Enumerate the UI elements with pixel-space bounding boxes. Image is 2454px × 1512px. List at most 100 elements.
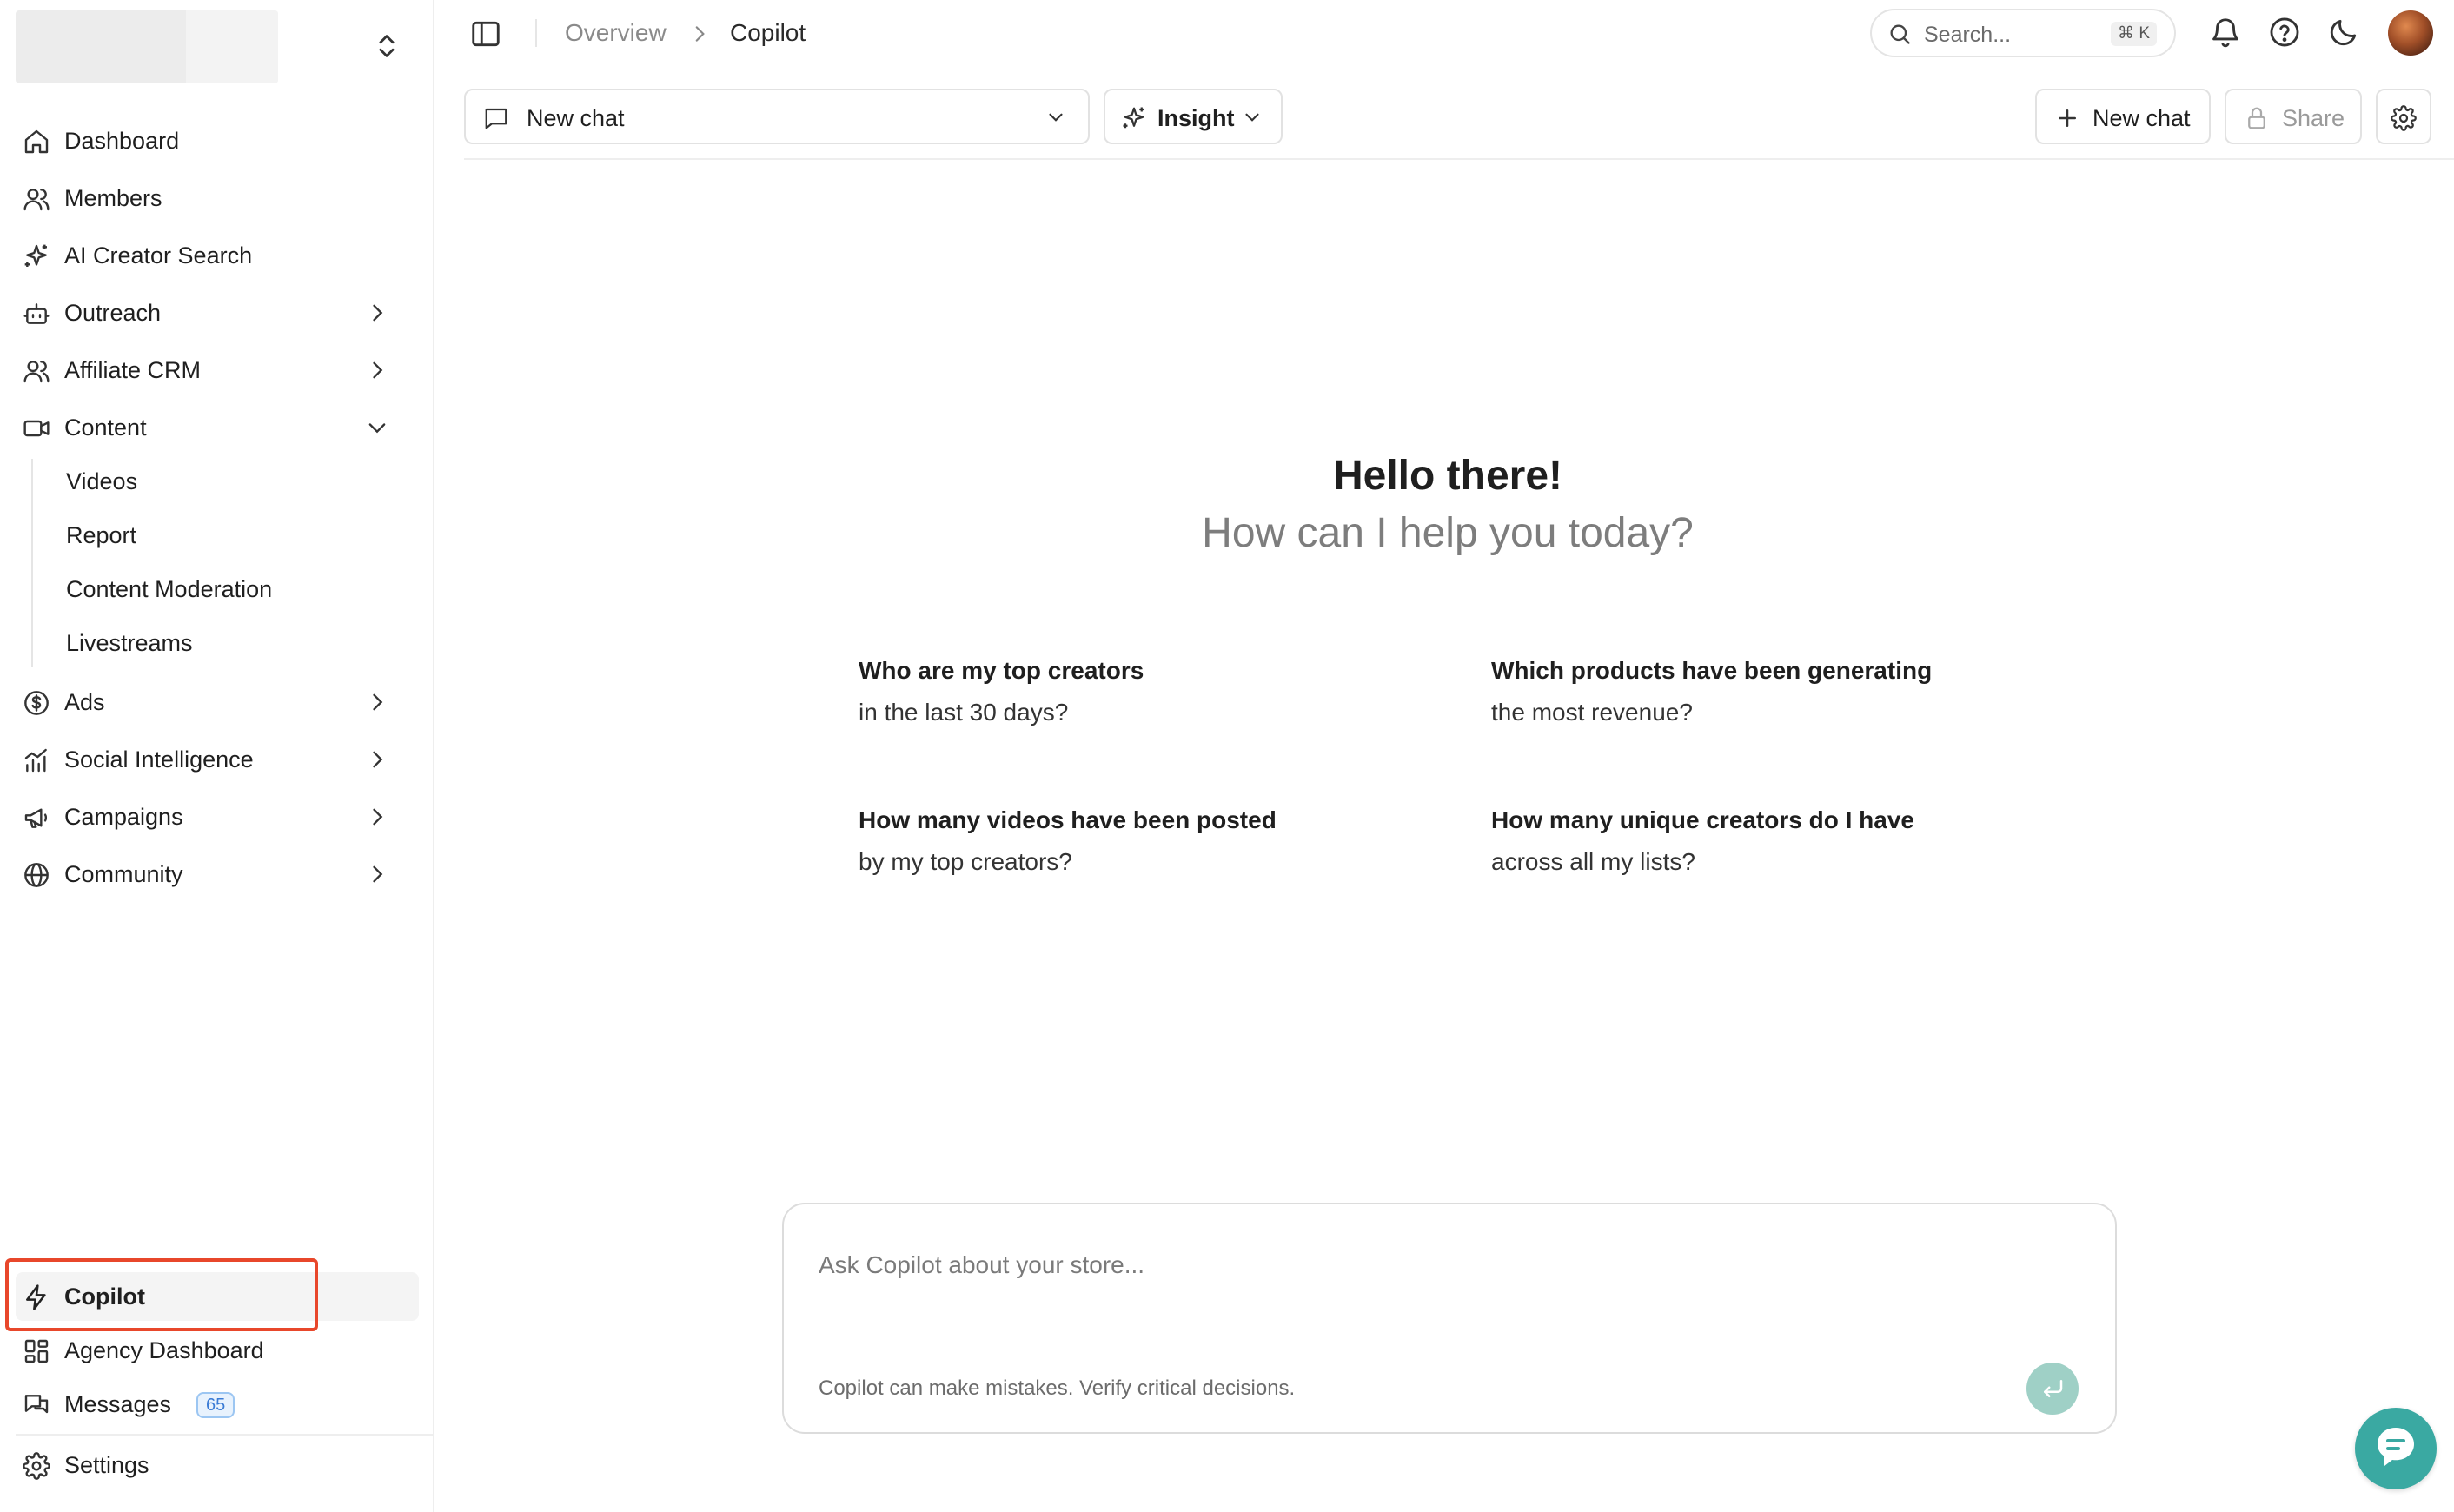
layout-grid-icon (23, 1337, 50, 1365)
messages-icon (23, 1391, 50, 1419)
sidebar-item-affiliate-crm[interactable]: Affiliate CRM (16, 346, 407, 395)
suggestion-line: by my top creators? (859, 848, 1072, 875)
share-button[interactable]: Share (2225, 89, 2362, 144)
chevron-right-icon (365, 805, 389, 829)
chevron-down-icon (1241, 106, 1263, 129)
submenu-guide-line (31, 459, 33, 667)
sidebar-item-ai-creator-search[interactable]: AI Creator Search (16, 231, 407, 280)
composer-disclaimer: Copilot can make mistakes. Verify critic… (819, 1376, 1296, 1400)
chevron-right-icon (365, 690, 389, 714)
send-button[interactable] (2026, 1363, 2079, 1415)
messages-count-badge: 65 (196, 1392, 235, 1418)
suggestion-card[interactable]: Which products have been generating the … (1491, 650, 2030, 733)
chat-settings-button[interactable] (2376, 89, 2431, 144)
sidebar-item-members[interactable]: Members (16, 174, 407, 222)
sidebar-subitem-livestreams[interactable]: Livestreams (49, 619, 396, 667)
suggestion-line: across all my lists? (1491, 848, 1695, 875)
chevron-down-icon (1045, 106, 1067, 129)
chevron-down-icon (365, 415, 389, 440)
video-icon (23, 414, 50, 442)
suggestion-card[interactable]: How many unique creators do I have acros… (1491, 799, 2030, 883)
chat-select-label: New chat (527, 105, 625, 131)
suggestion-card[interactable]: How many videos have been posted by my t… (859, 799, 1397, 883)
gear-icon (2391, 105, 2417, 131)
sidebar-item-label: Messages (64, 1390, 172, 1417)
message-square-icon (483, 105, 509, 131)
sidebar-item-settings[interactable]: Settings (16, 1441, 407, 1489)
users-icon (23, 185, 50, 213)
sidebar-item-label: Community (64, 860, 183, 887)
welcome-subtitle: How can I help you today? (1202, 510, 1694, 556)
top-bar: Overview Copilot Search... ⌘ K (434, 0, 2454, 68)
sidebar-divider (16, 1434, 434, 1436)
home-icon (23, 128, 50, 156)
suggestion-card[interactable]: Who are my top creators in the last 30 d… (859, 650, 1397, 733)
breadcrumb-overview[interactable]: Overview (565, 19, 667, 47)
sidebar-item-copilot[interactable]: Copilot (16, 1272, 407, 1321)
chevron-right-icon (365, 301, 389, 325)
sidebar-item-label: Copilot (64, 1283, 145, 1310)
sidebar-item-label: Dashboard (64, 127, 180, 154)
sidebar-subitem-label: Videos (66, 468, 138, 494)
search-icon (1887, 22, 1912, 46)
sparkles-icon (1121, 105, 1147, 131)
support-chat-button[interactable] (2355, 1408, 2437, 1489)
new-chat-label: New chat (2093, 105, 2191, 131)
new-chat-button[interactable]: New chat (2035, 89, 2211, 144)
sidebar-item-ads[interactable]: Ads (16, 678, 407, 726)
chevron-right-icon (365, 747, 389, 772)
users-icon (23, 357, 50, 385)
search-input[interactable]: Search... ⌘ K (1870, 9, 2176, 57)
suggestion-line: Which products have been generating (1491, 657, 1933, 684)
chat-select-dropdown[interactable]: New chat (464, 89, 1090, 144)
gear-icon (23, 1452, 50, 1480)
sidebar-item-agency-dashboard[interactable]: Agency Dashboard (16, 1326, 407, 1375)
chevron-right-icon (365, 358, 389, 382)
mode-dropdown[interactable]: Insight (1104, 89, 1283, 144)
bell-icon[interactable] (2209, 16, 2242, 49)
sidebar-item-label: Agency Dashboard (64, 1336, 264, 1363)
sidebar-item-outreach[interactable]: Outreach (16, 288, 407, 337)
suggestion-line: How many unique creators do I have (1491, 806, 1915, 833)
sidebar-item-label: Affiliate CRM (64, 356, 202, 383)
sidebar-subitem-content-moderation[interactable]: Content Moderation (49, 565, 396, 613)
chevron-right-icon (688, 23, 711, 45)
sidebar-item-label: Settings (64, 1451, 149, 1478)
help-icon[interactable] (2268, 16, 2301, 49)
sidebar-item-social-intelligence[interactable]: Social Intelligence (16, 735, 407, 784)
sidebar-item-label: Campaigns (64, 803, 183, 830)
sparkles-icon (23, 242, 50, 270)
chart-bar-icon (23, 746, 50, 774)
sidebar-subitem-label: Livestreams (66, 629, 193, 656)
sidebar-item-label: Content (64, 414, 147, 441)
sidebar-item-dashboard[interactable]: Dashboard (16, 116, 407, 165)
sidebar: Dashboard Members AI Creator Search Outr… (0, 0, 434, 1512)
welcome-title: Hello there! (1332, 453, 1563, 499)
suggestion-line: How many videos have been posted (859, 806, 1277, 833)
lock-icon (2244, 105, 2270, 131)
sidebar-item-label: Ads (64, 688, 105, 715)
sidebar-item-community[interactable]: Community (16, 850, 407, 899)
bot-icon (23, 300, 50, 328)
plus-icon (2054, 105, 2080, 131)
sidebar-item-campaigns[interactable]: Campaigns (16, 792, 407, 841)
sidebar-item-label: Members (64, 184, 162, 211)
lightning-icon (23, 1283, 50, 1311)
search-placeholder: Search... (1924, 23, 2012, 47)
suggestion-line: Who are my top creators (859, 657, 1144, 684)
sidebar-subitem-videos[interactable]: Videos (49, 457, 396, 506)
sidebar-item-content[interactable]: Content (16, 403, 407, 452)
globe-icon (23, 861, 50, 889)
megaphone-icon (23, 804, 50, 832)
sidebar-item-label: AI Creator Search (64, 242, 253, 269)
workspace-switcher-icon[interactable] (372, 31, 401, 61)
avatar[interactable] (2388, 10, 2433, 56)
sidebar-toggle-icon[interactable] (469, 17, 502, 50)
chat-input[interactable] (819, 1239, 2070, 1291)
moon-icon[interactable] (2327, 16, 2360, 49)
sidebar-subitem-report[interactable]: Report (49, 511, 396, 560)
sidebar-item-messages[interactable]: Messages 65 (16, 1380, 407, 1429)
breadcrumb-current: Copilot (730, 19, 806, 46)
sidebar-subitem-label: Content Moderation (66, 575, 273, 602)
workspace-logo[interactable] (16, 10, 278, 83)
